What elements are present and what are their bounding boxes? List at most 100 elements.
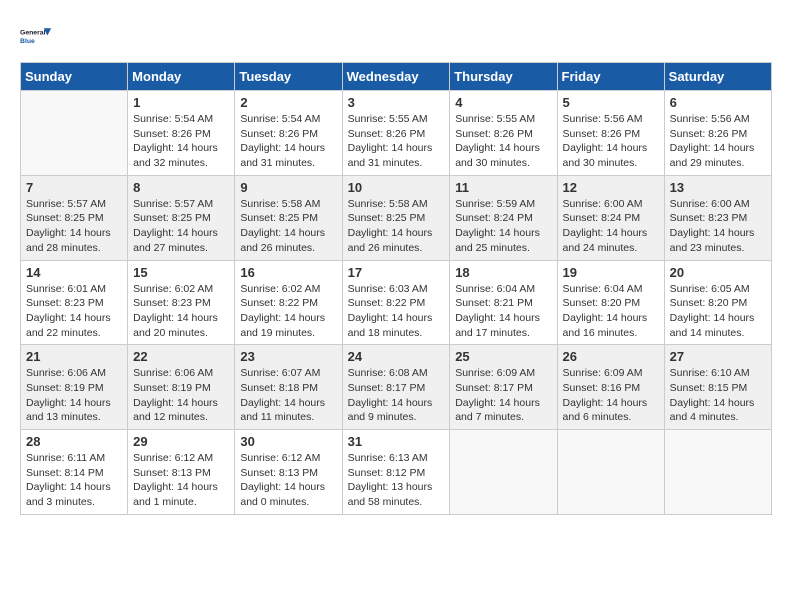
day-number: 3 <box>348 95 445 110</box>
day-info: Sunrise: 6:09 AM Sunset: 8:16 PM Dayligh… <box>563 366 659 425</box>
day-info: Sunrise: 5:55 AM Sunset: 8:26 PM Dayligh… <box>348 112 445 171</box>
calendar-table: SundayMondayTuesdayWednesdayThursdayFrid… <box>20 62 772 515</box>
calendar-cell: 5Sunrise: 5:56 AM Sunset: 8:26 PM Daylig… <box>557 91 664 176</box>
day-number: 30 <box>240 434 336 449</box>
logo: GeneralBlue <box>20 20 52 52</box>
svg-text:Blue: Blue <box>20 38 35 45</box>
calendar-cell: 3 Sunrise: 5:55 AM Sunset: 8:26 PM Daylig… <box>342 91 450 176</box>
day-number: 24 <box>348 349 445 364</box>
day-number: 29 <box>133 434 229 449</box>
day-info: Sunrise: 6:00 AM Sunset: 8:24 PM Dayligh… <box>563 197 659 256</box>
calendar-cell: 7 Sunrise: 5:57 AM Sunset: 8:25 PM Daylig… <box>21 175 128 260</box>
calendar-cell: 29 Sunrise: 6:12 AM Sunset: 8:13 PM Dayli… <box>128 430 235 515</box>
calendar-cell <box>450 430 557 515</box>
logo-icon: GeneralBlue <box>20 20 52 52</box>
day-info: Sunrise: 6:03 AM Sunset: 8:22 PM Dayligh… <box>348 282 445 341</box>
day-number: 16 <box>240 265 336 280</box>
calendar-cell: 25Sunrise: 6:09 AM Sunset: 8:17 PM Dayli… <box>450 345 557 430</box>
calendar-cell: 1Sunrise: 5:54 AM Sunset: 8:26 PM Daylig… <box>128 91 235 176</box>
calendar-cell: 27 Sunrise: 6:10 AM Sunset: 8:15 PM Dayli… <box>664 345 771 430</box>
day-info: Sunrise: 6:12 AM Sunset: 8:13 PM Dayligh… <box>240 451 336 510</box>
day-number: 21 <box>26 349 122 364</box>
day-number: 10 <box>348 180 445 195</box>
header-friday: Friday <box>557 63 664 91</box>
day-number: 5 <box>563 95 659 110</box>
day-info: Sunrise: 6:12 AM Sunset: 8:13 PM Dayligh… <box>133 451 229 510</box>
day-number: 17 <box>348 265 445 280</box>
day-info: Sunrise: 6:00 AM Sunset: 8:23 PM Dayligh… <box>670 197 766 256</box>
day-info: Sunrise: 6:06 AM Sunset: 8:19 PM Dayligh… <box>133 366 229 425</box>
day-info: Sunrise: 6:02 AM Sunset: 8:23 PM Dayligh… <box>133 282 229 341</box>
calendar-cell: 15 Sunrise: 6:02 AM Sunset: 8:23 PM Dayli… <box>128 260 235 345</box>
calendar-week-row: 7 Sunrise: 5:57 AM Sunset: 8:25 PM Daylig… <box>21 175 772 260</box>
calendar-cell: 8Sunrise: 5:57 AM Sunset: 8:25 PM Daylig… <box>128 175 235 260</box>
day-info: Sunrise: 5:56 AM Sunset: 8:26 PM Dayligh… <box>670 112 766 171</box>
day-info: Sunrise: 5:58 AM Sunset: 8:25 PM Dayligh… <box>240 197 336 256</box>
day-info: Sunrise: 6:11 AM Sunset: 8:14 PM Dayligh… <box>26 451 122 510</box>
header-tuesday: Tuesday <box>235 63 342 91</box>
day-info: Sunrise: 5:54 AM Sunset: 8:26 PM Dayligh… <box>240 112 336 171</box>
day-info: Sunrise: 5:58 AM Sunset: 8:25 PM Dayligh… <box>348 197 445 256</box>
calendar-cell: 30 Sunrise: 6:12 AM Sunset: 8:13 PM Dayli… <box>235 430 342 515</box>
calendar-cell <box>21 91 128 176</box>
calendar-cell: 26 Sunrise: 6:09 AM Sunset: 8:16 PM Dayli… <box>557 345 664 430</box>
day-number: 15 <box>133 265 229 280</box>
calendar-cell: 23 Sunrise: 6:07 AM Sunset: 8:18 PM Dayli… <box>235 345 342 430</box>
calendar-cell: 31Sunrise: 6:13 AM Sunset: 8:12 PM Dayli… <box>342 430 450 515</box>
header-thursday: Thursday <box>450 63 557 91</box>
calendar-week-row: 14 Sunrise: 6:01 AM Sunset: 8:23 PM Dayli… <box>21 260 772 345</box>
calendar-week-row: 21 Sunrise: 6:06 AM Sunset: 8:19 PM Dayli… <box>21 345 772 430</box>
calendar-cell: 11 Sunrise: 5:59 AM Sunset: 8:24 PM Dayli… <box>450 175 557 260</box>
day-number: 9 <box>240 180 336 195</box>
day-number: 18 <box>455 265 551 280</box>
day-number: 20 <box>670 265 766 280</box>
calendar-week-row: 28 Sunrise: 6:11 AM Sunset: 8:14 PM Dayli… <box>21 430 772 515</box>
day-number: 19 <box>563 265 659 280</box>
day-number: 12 <box>563 180 659 195</box>
header-sunday: Sunday <box>21 63 128 91</box>
day-info: Sunrise: 6:05 AM Sunset: 8:20 PM Dayligh… <box>670 282 766 341</box>
day-number: 6 <box>670 95 766 110</box>
day-number: 28 <box>26 434 122 449</box>
calendar-cell: 18 Sunrise: 6:04 AM Sunset: 8:21 PM Dayli… <box>450 260 557 345</box>
day-number: 2 <box>240 95 336 110</box>
day-number: 4 <box>455 95 551 110</box>
day-number: 26 <box>563 349 659 364</box>
day-number: 27 <box>670 349 766 364</box>
day-info: Sunrise: 6:02 AM Sunset: 8:22 PM Dayligh… <box>240 282 336 341</box>
calendar-cell <box>664 430 771 515</box>
day-info: Sunrise: 6:04 AM Sunset: 8:21 PM Dayligh… <box>455 282 551 341</box>
day-info: Sunrise: 5:59 AM Sunset: 8:24 PM Dayligh… <box>455 197 551 256</box>
day-info: Sunrise: 5:57 AM Sunset: 8:25 PM Dayligh… <box>133 197 229 256</box>
day-number: 23 <box>240 349 336 364</box>
day-number: 25 <box>455 349 551 364</box>
calendar-cell: 24 Sunrise: 6:08 AM Sunset: 8:17 PM Dayli… <box>342 345 450 430</box>
calendar-cell: 19Sunrise: 6:04 AM Sunset: 8:20 PM Dayli… <box>557 260 664 345</box>
calendar-cell: 2 Sunrise: 5:54 AM Sunset: 8:26 PM Daylig… <box>235 91 342 176</box>
day-number: 7 <box>26 180 122 195</box>
day-number: 31 <box>348 434 445 449</box>
day-number: 22 <box>133 349 229 364</box>
calendar-cell: 4 Sunrise: 5:55 AM Sunset: 8:26 PM Daylig… <box>450 91 557 176</box>
day-info: Sunrise: 5:55 AM Sunset: 8:26 PM Dayligh… <box>455 112 551 171</box>
day-info: Sunrise: 6:07 AM Sunset: 8:18 PM Dayligh… <box>240 366 336 425</box>
calendar-cell <box>557 430 664 515</box>
day-number: 14 <box>26 265 122 280</box>
calendar-cell: 16 Sunrise: 6:02 AM Sunset: 8:22 PM Dayli… <box>235 260 342 345</box>
calendar-cell: 14 Sunrise: 6:01 AM Sunset: 8:23 PM Dayli… <box>21 260 128 345</box>
calendar-cell: 28 Sunrise: 6:11 AM Sunset: 8:14 PM Dayli… <box>21 430 128 515</box>
day-info: Sunrise: 6:01 AM Sunset: 8:23 PM Dayligh… <box>26 282 122 341</box>
day-number: 11 <box>455 180 551 195</box>
calendar-cell: 9 Sunrise: 5:58 AM Sunset: 8:25 PM Daylig… <box>235 175 342 260</box>
header-wednesday: Wednesday <box>342 63 450 91</box>
calendar-week-row: 1Sunrise: 5:54 AM Sunset: 8:26 PM Daylig… <box>21 91 772 176</box>
svg-text:General: General <box>20 30 46 37</box>
day-info: Sunrise: 6:10 AM Sunset: 8:15 PM Dayligh… <box>670 366 766 425</box>
day-info: Sunrise: 6:08 AM Sunset: 8:17 PM Dayligh… <box>348 366 445 425</box>
day-info: Sunrise: 5:57 AM Sunset: 8:25 PM Dayligh… <box>26 197 122 256</box>
calendar-cell: 20 Sunrise: 6:05 AM Sunset: 8:20 PM Dayli… <box>664 260 771 345</box>
header-monday: Monday <box>128 63 235 91</box>
calendar-cell: 13Sunrise: 6:00 AM Sunset: 8:23 PM Dayli… <box>664 175 771 260</box>
calendar-cell: 17 Sunrise: 6:03 AM Sunset: 8:22 PM Dayli… <box>342 260 450 345</box>
calendar-cell: 22 Sunrise: 6:06 AM Sunset: 8:19 PM Dayli… <box>128 345 235 430</box>
